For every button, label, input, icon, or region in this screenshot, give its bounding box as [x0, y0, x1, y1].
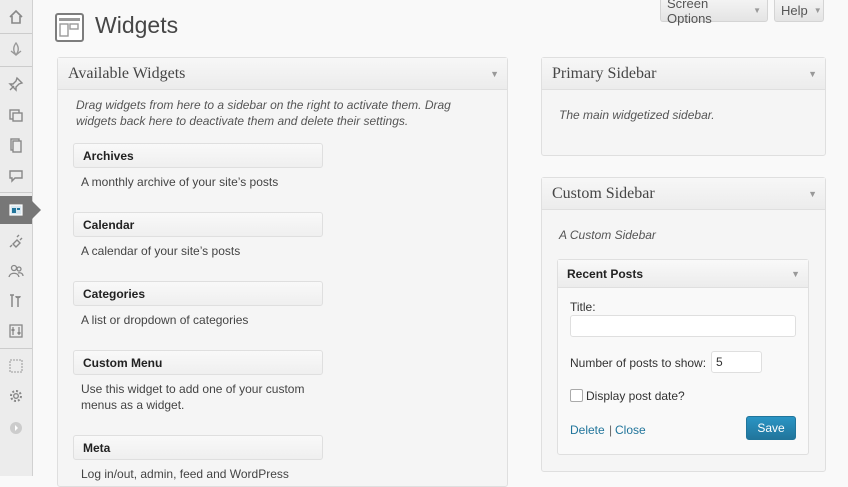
admin-menu	[0, 0, 41, 476]
posts-pin-icon[interactable]	[0, 70, 32, 98]
widget-calendar-description: A calendar of your site’s posts	[81, 244, 241, 258]
primary-sidebar-header[interactable]: Primary Sidebar ▼	[542, 58, 825, 90]
delete-link[interactable]: Delete	[570, 423, 605, 437]
chevron-down-icon: ▼	[813, 6, 822, 15]
toggle-arrow-icon[interactable]: ▼	[490, 69, 499, 79]
help-button[interactable]: Help ▼	[774, 0, 824, 22]
display-post-date-checkbox[interactable]	[570, 389, 583, 402]
display-post-date-label: Display post date?	[586, 389, 685, 403]
widget-custom-menu[interactable]: Custom Menu	[73, 350, 323, 375]
appearance-icon[interactable]	[0, 196, 41, 224]
primary-sidebar-description: The main widgetized sidebar.	[559, 108, 715, 122]
tools-icon[interactable]	[0, 287, 32, 315]
settings-sliders-icon[interactable]	[0, 317, 32, 345]
widget-meta-description: Log in/out, admin, feed and WordPress	[81, 467, 289, 481]
widget-meta[interactable]: Meta	[73, 435, 323, 460]
collapse-menu-icon[interactable]	[0, 414, 32, 442]
toggle-arrow-icon[interactable]: ▼	[791, 269, 800, 279]
title-label: Title:	[570, 300, 596, 314]
link-separator: |	[609, 423, 613, 437]
number-of-posts-input[interactable]	[711, 351, 762, 373]
custom-sidebar-title: Custom Sidebar	[552, 184, 655, 202]
custom-sidebar-header[interactable]: Custom Sidebar ▼	[542, 178, 825, 210]
widget-categories[interactable]: Categories	[73, 281, 323, 306]
page-title: Widgets	[95, 12, 179, 38]
widget-custom-menu-description: Use this widget to add one of your custo…	[81, 382, 305, 412]
media-icon[interactable]	[0, 101, 32, 129]
dashboard-icon[interactable]	[0, 3, 32, 31]
save-button[interactable]: Save	[746, 416, 796, 440]
available-widgets-description: Drag widgets from here to a sidebar on t…	[76, 98, 451, 128]
settings-gear-icon[interactable]	[0, 382, 32, 410]
title-input[interactable]	[570, 315, 796, 337]
available-widgets-header[interactable]: Available Widgets ▼	[58, 58, 507, 90]
recent-posts-title: Recent Posts	[567, 266, 644, 281]
screen-options-label: Screen Options	[667, 0, 712, 26]
toggle-arrow-icon[interactable]: ▼	[808, 69, 817, 79]
help-label: Help	[781, 3, 808, 18]
plugins-icon[interactable]	[0, 227, 32, 255]
layout-icon[interactable]	[0, 352, 32, 380]
menu-separator	[0, 348, 32, 349]
comments-icon[interactable]	[0, 161, 32, 189]
users-icon[interactable]	[0, 257, 32, 285]
widget-archives-description: A monthly archive of your site’s posts	[81, 175, 279, 189]
number-of-posts-label: Number of posts to show:	[570, 356, 707, 370]
widget-archives[interactable]: Archives	[73, 143, 323, 168]
pages-icon[interactable]	[0, 131, 32, 159]
primary-sidebar-title: Primary Sidebar	[552, 64, 657, 82]
available-widgets-title: Available Widgets	[68, 64, 186, 82]
jetpack-icon[interactable]	[0, 35, 32, 63]
custom-sidebar-description: A Custom Sidebar	[559, 228, 656, 242]
screen-options-button[interactable]: Screen Options ▼	[660, 0, 768, 26]
widget-calendar[interactable]: Calendar	[73, 212, 323, 237]
widgets-page-icon	[55, 13, 84, 42]
toggle-arrow-icon[interactable]: ▼	[808, 189, 817, 199]
menu-separator	[0, 66, 32, 67]
menu-separator	[0, 33, 32, 34]
widget-categories-description: A list or dropdown of categories	[81, 313, 249, 327]
chevron-down-icon: ▼	[753, 6, 761, 15]
menu-separator	[0, 192, 32, 193]
recent-posts-widget-header[interactable]: Recent Posts ▼	[558, 260, 808, 288]
close-link[interactable]: Close	[615, 423, 646, 437]
